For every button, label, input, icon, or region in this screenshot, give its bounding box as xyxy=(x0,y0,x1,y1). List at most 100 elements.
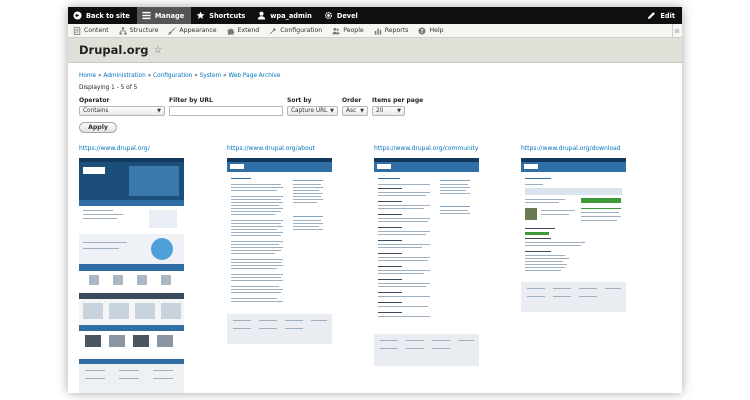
breadcrumb-home[interactable]: Home xyxy=(79,73,96,79)
sort-by-value: Capture URL xyxy=(291,108,328,114)
thumb-line xyxy=(378,208,424,209)
main-content: Home » Administration » Configuration » … xyxy=(68,73,682,393)
capture-screenshot[interactable] xyxy=(227,158,332,344)
thumb-icon xyxy=(137,275,147,285)
thumb-line xyxy=(231,235,281,236)
manage-label: Manage xyxy=(154,11,185,20)
items-per-page-select[interactable]: 20 ▼ xyxy=(372,106,405,116)
thumb-line xyxy=(378,214,402,215)
thumb-line xyxy=(231,244,279,245)
breadcrumb-separator: » xyxy=(194,73,198,79)
thumb-footer xyxy=(227,314,332,344)
thumb-line xyxy=(231,202,283,203)
thumb-line xyxy=(231,280,283,281)
thumb-line xyxy=(605,288,621,289)
filter-url-group: Filter by URL xyxy=(169,97,283,116)
capture-item: https://www.drupal.org/ xyxy=(79,145,194,393)
breadcrumb: Home » Administration » Configuration » … xyxy=(79,73,671,79)
thumb-line xyxy=(233,320,251,321)
breadcrumb-web-page-archive[interactable]: Web Page Archive xyxy=(228,73,280,79)
thumb-banner xyxy=(525,188,622,195)
thumb-line xyxy=(432,348,450,349)
capture-screenshot[interactable] xyxy=(521,158,626,312)
star-icon xyxy=(196,11,205,20)
thumb-line xyxy=(378,312,402,313)
thumb-line xyxy=(231,208,283,209)
thumb-line xyxy=(231,220,283,221)
thumb-line xyxy=(231,241,283,242)
menu-item-content[interactable]: Content xyxy=(68,26,114,35)
apply-button[interactable]: Apply xyxy=(79,122,117,133)
breadcrumb-administration[interactable]: Administration xyxy=(103,73,145,79)
thumb-line xyxy=(231,253,275,254)
shortcut-star-icon[interactable]: ☆ xyxy=(154,45,163,56)
menu-item-label: Appearance xyxy=(179,27,217,34)
thumb-line xyxy=(378,244,430,245)
thumb-line xyxy=(293,229,323,230)
thumb-line xyxy=(525,258,569,259)
thumb-card xyxy=(109,303,129,319)
capture-url-link[interactable]: https://www.drupal.org/about xyxy=(227,145,342,152)
thumb-line xyxy=(525,245,581,246)
thumb-line xyxy=(525,267,565,268)
capture-url-link[interactable]: https://www.drupal.org/ xyxy=(79,145,194,152)
thumb-line xyxy=(231,211,281,212)
thumb-download-button xyxy=(581,198,621,203)
menu-icon xyxy=(142,11,151,20)
menu-item-extend[interactable]: Extend xyxy=(222,27,265,35)
capture-url-link[interactable]: https://www.drupal.org/download xyxy=(521,145,636,152)
user-tab[interactable]: wpa_admin xyxy=(252,7,319,24)
thumb-line xyxy=(380,340,398,341)
thumb-line xyxy=(231,199,281,200)
thumb-line xyxy=(579,296,597,297)
thumb-line xyxy=(293,180,323,181)
order-value: Asc xyxy=(346,108,357,114)
order-select[interactable]: Asc ▼ xyxy=(342,106,368,116)
thumb-line xyxy=(581,212,619,213)
thumb-line xyxy=(231,274,283,275)
operator-select[interactable]: Contains ▼ xyxy=(79,106,165,116)
menu-item-appearance[interactable]: Appearance xyxy=(163,26,221,35)
menu-item-configuration[interactable]: Configuration xyxy=(264,27,327,35)
devel-tab[interactable]: Devel xyxy=(319,7,365,24)
menu-item-structure[interactable]: Structure xyxy=(114,26,164,35)
menu-item-people[interactable]: People xyxy=(327,27,369,35)
thumb-line xyxy=(83,214,123,215)
user-icon xyxy=(257,11,266,20)
toolbar-orientation-toggle[interactable] xyxy=(672,23,682,38)
thumb-line xyxy=(231,223,281,224)
thumb-line xyxy=(231,262,281,263)
capture-screenshot[interactable] xyxy=(374,158,479,366)
thumb-line xyxy=(406,348,424,349)
thumb-line xyxy=(378,253,402,254)
thumb-line xyxy=(293,216,323,217)
menu-item-reports[interactable]: Reports xyxy=(369,27,414,35)
thumb-line xyxy=(378,221,428,222)
thumb-line xyxy=(525,228,555,229)
thumb-card xyxy=(135,303,155,319)
breadcrumb-configuration[interactable]: Configuration xyxy=(153,73,192,79)
filter-url-input[interactable] xyxy=(169,106,283,116)
breadcrumb-system[interactable]: System xyxy=(200,73,222,79)
chevron-down-icon: ▼ xyxy=(360,108,364,114)
thumb-line xyxy=(440,180,470,181)
capture-url-link[interactable]: https://www.drupal.org/community xyxy=(374,145,489,152)
thumb-icon xyxy=(113,275,123,285)
thumb-line xyxy=(231,214,275,215)
manage-tab[interactable]: Manage xyxy=(136,7,192,24)
thumb-line xyxy=(83,248,119,249)
menu-item-help[interactable]: ? Help xyxy=(413,26,448,35)
thumb-card xyxy=(85,335,101,347)
toggle-icon xyxy=(675,28,678,33)
thumb-line xyxy=(525,199,565,200)
thumb-footer xyxy=(374,334,479,366)
capture-screenshot[interactable] xyxy=(79,158,184,393)
thumb-line xyxy=(553,296,571,297)
thumb-line xyxy=(378,195,426,196)
pencil-icon xyxy=(647,11,656,20)
back-to-site-link[interactable]: Back to site xyxy=(68,7,137,24)
sort-by-select[interactable]: Capture URL ▼ xyxy=(287,106,338,116)
shortcuts-tab[interactable]: Shortcuts xyxy=(191,7,252,24)
wrench-icon xyxy=(269,27,277,34)
edit-tab[interactable]: Edit xyxy=(642,7,682,24)
